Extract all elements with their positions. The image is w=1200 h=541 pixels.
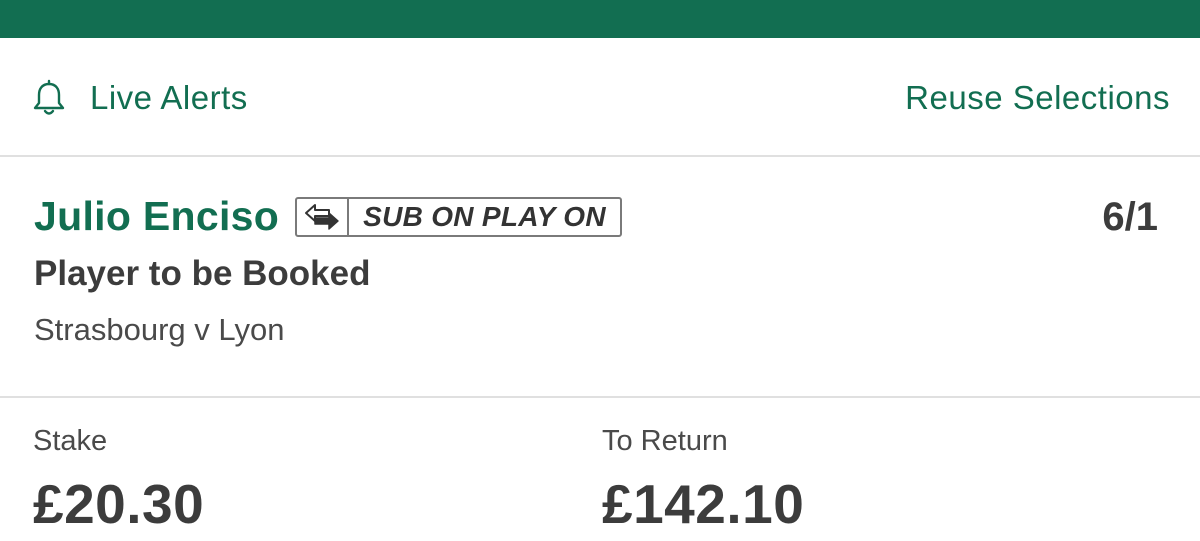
event-name: Strasbourg v Lyon (34, 312, 285, 347)
divider (0, 396, 1200, 398)
odds[interactable]: 6/1 (1102, 195, 1158, 240)
live-alerts-label: Live Alerts (90, 79, 248, 116)
stake-value: £20.30 (33, 473, 205, 535)
bet-selection: Julio Enciso SUB ON PLAY ON 6/1 Player t… (0, 157, 1200, 396)
selection-header: Julio Enciso SUB ON PLAY ON (34, 193, 622, 240)
substitution-arrows-icon (297, 198, 350, 235)
to-return-label: To Return (602, 425, 728, 457)
market-name: Player to be Booked (34, 254, 371, 293)
top-header-bar (0, 0, 1200, 38)
stake-section: Stake £20.30 (33, 425, 204, 536)
live-alerts-button[interactable]: Live Alerts (30, 78, 248, 118)
alerts-row: Live Alerts Reuse Selections (0, 38, 1200, 155)
sub-badge-label: SUB ON PLAY ON (363, 200, 606, 232)
sub-on-play-on-badge[interactable]: SUB ON PLAY ON (295, 196, 622, 237)
stake-label: Stake (33, 425, 108, 457)
reuse-selections-button[interactable]: Reuse Selections (905, 78, 1170, 118)
bell-icon (30, 79, 68, 117)
to-return-value: £142.10 (602, 473, 805, 535)
player-name: Julio Enciso (34, 193, 280, 239)
return-section: To Return £142.10 (602, 425, 804, 536)
